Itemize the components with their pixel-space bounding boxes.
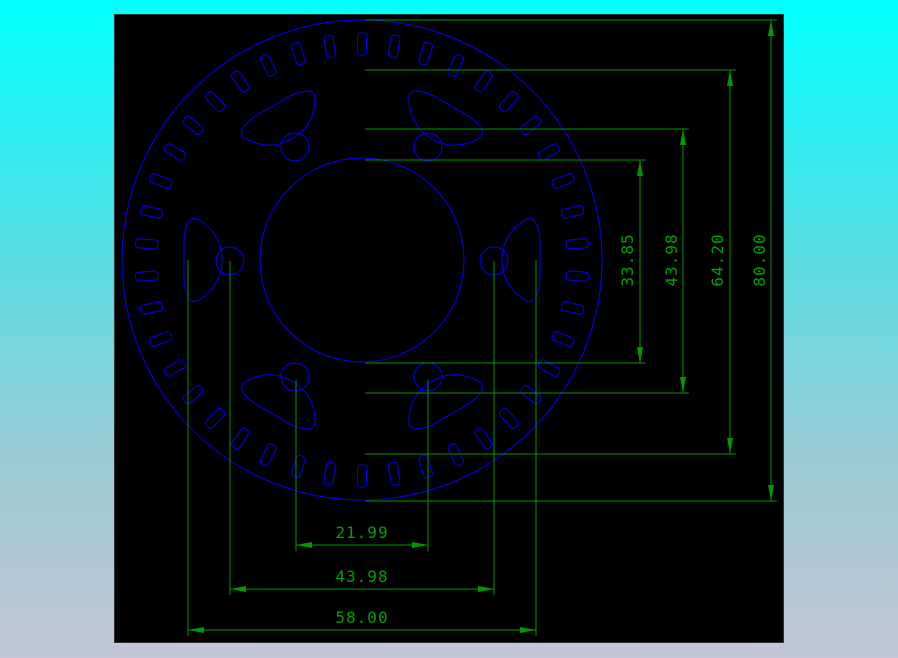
dimension-arrow — [727, 438, 733, 454]
dimension-arrow — [727, 70, 733, 86]
dim-label-v-64.20: 64.20 — [708, 233, 727, 286]
slot — [259, 54, 277, 77]
dimension-arrow — [296, 542, 312, 548]
slot — [231, 427, 250, 450]
slot — [520, 385, 542, 405]
slot — [474, 427, 493, 450]
slot — [447, 54, 465, 77]
dim-label-h-58.00: 58.00 — [335, 608, 388, 627]
bolt-hole — [413, 132, 443, 162]
slot — [139, 301, 164, 315]
dim-label-h-21.99: 21.99 — [335, 523, 388, 542]
slot — [231, 70, 250, 93]
slot — [205, 91, 226, 113]
slot — [560, 301, 585, 315]
slot — [537, 359, 561, 377]
slot — [149, 331, 173, 347]
dim-label-v-43.98: 43.98 — [662, 233, 681, 286]
slot — [323, 34, 336, 59]
hub-lobe — [408, 374, 483, 430]
slot — [139, 205, 164, 219]
slot — [551, 173, 575, 189]
slot — [560, 205, 585, 219]
dimension-arrow — [188, 627, 204, 633]
slot — [418, 454, 433, 478]
center-bore-circle — [259, 157, 465, 363]
slot — [418, 42, 433, 66]
dimension-arrow — [478, 586, 494, 592]
dimension-arrow — [768, 485, 774, 501]
dim-label-v-33.85: 33.85 — [618, 233, 637, 286]
slot — [163, 359, 187, 377]
dimension-arrow — [230, 586, 246, 592]
slot — [498, 91, 519, 113]
slot — [551, 331, 575, 347]
slot — [291, 42, 306, 66]
slot — [565, 270, 589, 282]
slot — [135, 238, 159, 250]
drawing-canvas[interactable]: 21.99 43.98 58.00 33.85 43.98 64.20 80.0… — [114, 14, 784, 643]
dimension-arrow — [680, 377, 686, 393]
dimension-arrow — [637, 160, 643, 176]
cad-drawing: 21.99 43.98 58.00 33.85 43.98 64.20 80.0… — [121, 19, 777, 636]
slot — [388, 34, 401, 59]
slot — [388, 461, 401, 486]
slot — [149, 173, 173, 189]
slot — [447, 443, 465, 466]
outer-rim-circle — [121, 19, 603, 501]
dimension-arrow — [768, 20, 774, 36]
dimension-arrow — [637, 347, 643, 363]
slot — [474, 70, 493, 93]
slot — [565, 238, 589, 250]
slot — [498, 407, 519, 429]
slot — [205, 407, 226, 429]
bolt-hole — [280, 362, 310, 392]
slot — [259, 443, 277, 466]
slot — [357, 464, 367, 488]
slot — [323, 461, 336, 486]
dim-label-v-80.00: 80.00 — [750, 233, 769, 286]
slot — [182, 115, 204, 135]
dimension-layer — [187, 19, 777, 636]
slot — [520, 115, 542, 135]
slot-ring — [135, 32, 589, 488]
hub-lobe — [241, 90, 316, 146]
slot — [182, 385, 204, 405]
dimension-arrow — [520, 627, 536, 633]
slot — [135, 270, 159, 282]
slot — [163, 143, 187, 161]
dimension-arrow — [412, 542, 428, 548]
slot — [291, 454, 306, 478]
hub-lobes — [183, 90, 541, 430]
slot — [537, 143, 561, 161]
dimension-arrow — [680, 129, 686, 145]
dim-label-h-43.98: 43.98 — [335, 567, 388, 586]
part-geometry — [121, 19, 603, 501]
slot — [357, 32, 367, 56]
